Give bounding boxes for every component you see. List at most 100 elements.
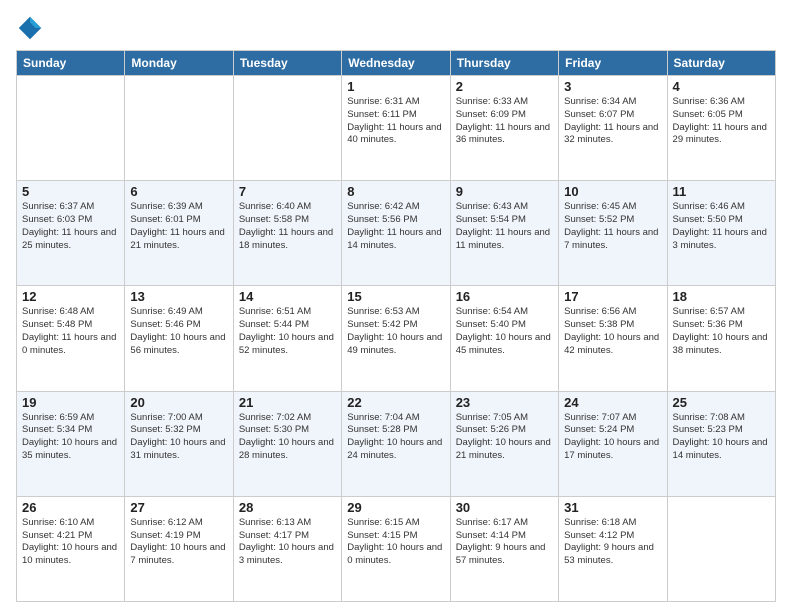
day-cell xyxy=(667,496,775,601)
day-info: Sunrise: 6:18 AM Sunset: 4:12 PM Dayligh… xyxy=(564,517,661,568)
day-cell: 10 Sunrise: 6:45 AM Sunset: 5:52 PM Dayli… xyxy=(559,181,667,286)
day-info: Sunrise: 6:34 AM Sunset: 6:07 PM Dayligh… xyxy=(564,96,661,147)
col-header-friday: Friday xyxy=(559,51,667,76)
col-header-tuesday: Tuesday xyxy=(233,51,341,76)
day-number: 24 xyxy=(564,395,661,410)
day-info: Sunrise: 6:51 AM Sunset: 5:44 PM Dayligh… xyxy=(239,306,336,357)
col-header-thursday: Thursday xyxy=(450,51,558,76)
week-row-4: 19 Sunrise: 6:59 AM Sunset: 5:34 PM Dayli… xyxy=(17,391,776,496)
day-number: 8 xyxy=(347,184,444,199)
day-number: 18 xyxy=(673,289,770,304)
day-number: 26 xyxy=(22,500,119,515)
day-number: 25 xyxy=(673,395,770,410)
day-info: Sunrise: 6:46 AM Sunset: 5:50 PM Dayligh… xyxy=(673,201,770,252)
day-cell: 22 Sunrise: 7:04 AM Sunset: 5:28 PM Dayli… xyxy=(342,391,450,496)
day-cell: 24Sunrise: 7:07 AM Sunset: 5:24 PM Dayli… xyxy=(559,391,667,496)
day-info: Sunrise: 6:57 AM Sunset: 5:36 PM Dayligh… xyxy=(673,306,770,357)
day-number: 5 xyxy=(22,184,119,199)
col-header-wednesday: Wednesday xyxy=(342,51,450,76)
day-cell xyxy=(233,76,341,181)
col-header-sunday: Sunday xyxy=(17,51,125,76)
day-info: Sunrise: 6:13 AM Sunset: 4:17 PM Dayligh… xyxy=(239,517,336,568)
day-cell: 8 Sunrise: 6:42 AM Sunset: 5:56 PM Daylig… xyxy=(342,181,450,286)
day-cell: 29 Sunrise: 6:15 AM Sunset: 4:15 PM Dayli… xyxy=(342,496,450,601)
day-cell: 31 Sunrise: 6:18 AM Sunset: 4:12 PM Dayli… xyxy=(559,496,667,601)
day-info: Sunrise: 6:37 AM Sunset: 6:03 PM Dayligh… xyxy=(22,201,119,252)
day-info: Sunrise: 6:33 AM Sunset: 6:09 PM Dayligh… xyxy=(456,96,553,147)
day-cell: 14 Sunrise: 6:51 AM Sunset: 5:44 PM Dayli… xyxy=(233,286,341,391)
day-number: 6 xyxy=(130,184,227,199)
day-number: 23 xyxy=(456,395,553,410)
day-cell: 15 Sunrise: 6:53 AM Sunset: 5:42 PM Dayli… xyxy=(342,286,450,391)
day-cell: 19 Sunrise: 6:59 AM Sunset: 5:34 PM Dayli… xyxy=(17,391,125,496)
day-cell: 9 Sunrise: 6:43 AM Sunset: 5:54 PM Daylig… xyxy=(450,181,558,286)
day-number: 13 xyxy=(130,289,227,304)
day-info: Sunrise: 6:56 AM Sunset: 5:38 PM Dayligh… xyxy=(564,306,661,357)
day-cell: 13 Sunrise: 6:49 AM Sunset: 5:46 PM Dayli… xyxy=(125,286,233,391)
col-header-monday: Monday xyxy=(125,51,233,76)
day-info: Sunrise: 6:49 AM Sunset: 5:46 PM Dayligh… xyxy=(130,306,227,357)
day-info: Sunrise: 6:10 AM Sunset: 4:21 PM Dayligh… xyxy=(22,517,119,568)
day-cell: 7Sunrise: 6:40 AM Sunset: 5:58 PM Daylig… xyxy=(233,181,341,286)
logo-icon xyxy=(16,14,44,42)
day-cell xyxy=(125,76,233,181)
day-number: 29 xyxy=(347,500,444,515)
day-number: 1 xyxy=(347,79,444,94)
day-info: Sunrise: 7:02 AM Sunset: 5:30 PM Dayligh… xyxy=(239,412,336,463)
day-info: Sunrise: 6:53 AM Sunset: 5:42 PM Dayligh… xyxy=(347,306,444,357)
day-info: Sunrise: 6:45 AM Sunset: 5:52 PM Dayligh… xyxy=(564,201,661,252)
day-number: 17 xyxy=(564,289,661,304)
day-cell: 5 Sunrise: 6:37 AM Sunset: 6:03 PM Daylig… xyxy=(17,181,125,286)
day-cell: 27Sunrise: 6:12 AM Sunset: 4:19 PM Dayli… xyxy=(125,496,233,601)
day-info: Sunrise: 7:05 AM Sunset: 5:26 PM Dayligh… xyxy=(456,412,553,463)
day-info: Sunrise: 6:17 AM Sunset: 4:14 PM Dayligh… xyxy=(456,517,553,568)
day-number: 16 xyxy=(456,289,553,304)
day-number: 11 xyxy=(673,184,770,199)
day-number: 19 xyxy=(22,395,119,410)
day-cell: 1Sunrise: 6:31 AM Sunset: 6:11 PM Daylig… xyxy=(342,76,450,181)
day-cell: 12Sunrise: 6:48 AM Sunset: 5:48 PM Dayli… xyxy=(17,286,125,391)
day-cell: 2 Sunrise: 6:33 AM Sunset: 6:09 PM Daylig… xyxy=(450,76,558,181)
day-cell xyxy=(17,76,125,181)
day-number: 3 xyxy=(564,79,661,94)
day-cell: 28Sunrise: 6:13 AM Sunset: 4:17 PM Dayli… xyxy=(233,496,341,601)
calendar-header-row: SundayMondayTuesdayWednesdayThursdayFrid… xyxy=(17,51,776,76)
day-number: 21 xyxy=(239,395,336,410)
day-number: 15 xyxy=(347,289,444,304)
day-number: 22 xyxy=(347,395,444,410)
day-cell: 21 Sunrise: 7:02 AM Sunset: 5:30 PM Dayli… xyxy=(233,391,341,496)
day-number: 30 xyxy=(456,500,553,515)
day-info: Sunrise: 6:42 AM Sunset: 5:56 PM Dayligh… xyxy=(347,201,444,252)
week-row-1: 1Sunrise: 6:31 AM Sunset: 6:11 PM Daylig… xyxy=(17,76,776,181)
day-number: 9 xyxy=(456,184,553,199)
day-cell: 23 Sunrise: 7:05 AM Sunset: 5:26 PM Dayli… xyxy=(450,391,558,496)
day-info: Sunrise: 6:15 AM Sunset: 4:15 PM Dayligh… xyxy=(347,517,444,568)
col-header-saturday: Saturday xyxy=(667,51,775,76)
day-info: Sunrise: 6:59 AM Sunset: 5:34 PM Dayligh… xyxy=(22,412,119,463)
day-info: Sunrise: 6:40 AM Sunset: 5:58 PM Dayligh… xyxy=(239,201,336,252)
day-number: 12 xyxy=(22,289,119,304)
day-cell: 11 Sunrise: 6:46 AM Sunset: 5:50 PM Dayli… xyxy=(667,181,775,286)
day-cell: 30 Sunrise: 6:17 AM Sunset: 4:14 PM Dayli… xyxy=(450,496,558,601)
day-cell: 6Sunrise: 6:39 AM Sunset: 6:01 PM Daylig… xyxy=(125,181,233,286)
day-number: 14 xyxy=(239,289,336,304)
day-cell: 26 Sunrise: 6:10 AM Sunset: 4:21 PM Dayli… xyxy=(17,496,125,601)
day-cell: 3 Sunrise: 6:34 AM Sunset: 6:07 PM Daylig… xyxy=(559,76,667,181)
header xyxy=(16,10,776,42)
day-number: 2 xyxy=(456,79,553,94)
day-info: Sunrise: 6:12 AM Sunset: 4:19 PM Dayligh… xyxy=(130,517,227,568)
day-cell: 18 Sunrise: 6:57 AM Sunset: 5:36 PM Dayli… xyxy=(667,286,775,391)
week-row-2: 5 Sunrise: 6:37 AM Sunset: 6:03 PM Daylig… xyxy=(17,181,776,286)
day-cell: 4Sunrise: 6:36 AM Sunset: 6:05 PM Daylig… xyxy=(667,76,775,181)
day-number: 4 xyxy=(673,79,770,94)
day-cell: 25Sunrise: 7:08 AM Sunset: 5:23 PM Dayli… xyxy=(667,391,775,496)
day-info: Sunrise: 6:43 AM Sunset: 5:54 PM Dayligh… xyxy=(456,201,553,252)
day-number: 10 xyxy=(564,184,661,199)
week-row-3: 12Sunrise: 6:48 AM Sunset: 5:48 PM Dayli… xyxy=(17,286,776,391)
day-number: 31 xyxy=(564,500,661,515)
day-number: 20 xyxy=(130,395,227,410)
day-info: Sunrise: 7:04 AM Sunset: 5:28 PM Dayligh… xyxy=(347,412,444,463)
day-info: Sunrise: 7:00 AM Sunset: 5:32 PM Dayligh… xyxy=(130,412,227,463)
logo xyxy=(16,14,48,42)
day-cell: 16Sunrise: 6:54 AM Sunset: 5:40 PM Dayli… xyxy=(450,286,558,391)
